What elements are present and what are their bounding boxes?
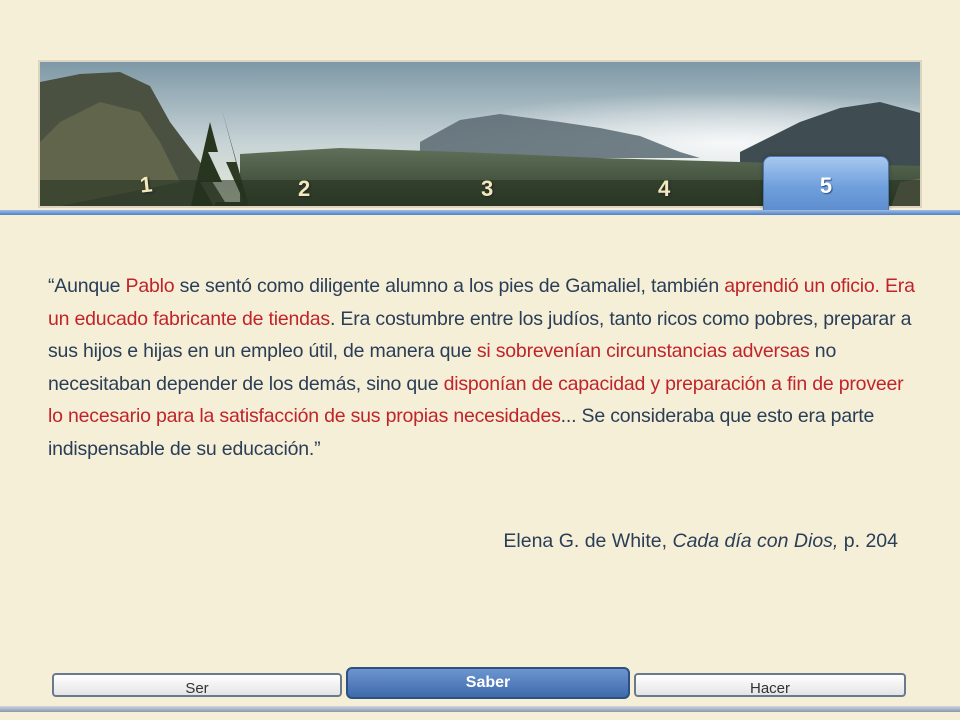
quote-text: “Aunque Pablo se sentó como diligente al… — [48, 270, 920, 465]
tab-5-label: 5 — [819, 173, 833, 198]
quote-part-2: se sentó como diligente alumno a los pie… — [174, 275, 725, 297]
tab-4[interactable]: 4 — [658, 176, 670, 202]
quote-highlight-1: Pablo — [125, 275, 175, 297]
tab-1[interactable]: 1 — [139, 171, 154, 198]
footer-divider — [0, 706, 960, 712]
citation: Elena G. de White, Cada día con Dios, p.… — [503, 530, 898, 553]
tab-2[interactable]: 2 — [298, 176, 310, 202]
nav-ser-button[interactable]: Ser — [52, 673, 342, 697]
quote-part-1: “Aunque — [48, 275, 126, 297]
citation-author: Elena G. de White, — [503, 530, 673, 552]
header-divider — [0, 210, 960, 215]
tab-5-active[interactable]: 5 — [763, 156, 889, 212]
tab-3[interactable]: 3 — [481, 176, 493, 202]
citation-book: Cada día con Dios, — [672, 530, 839, 552]
nav-saber-button[interactable]: Saber — [346, 667, 630, 699]
nav-hacer-button[interactable]: Hacer — [634, 673, 906, 697]
bottom-nav: Ser Saber Hacer — [48, 667, 910, 703]
quote-highlight-3: si sobrevenían circunstancias adversas — [476, 340, 810, 362]
citation-page: p. 204 — [838, 530, 898, 552]
